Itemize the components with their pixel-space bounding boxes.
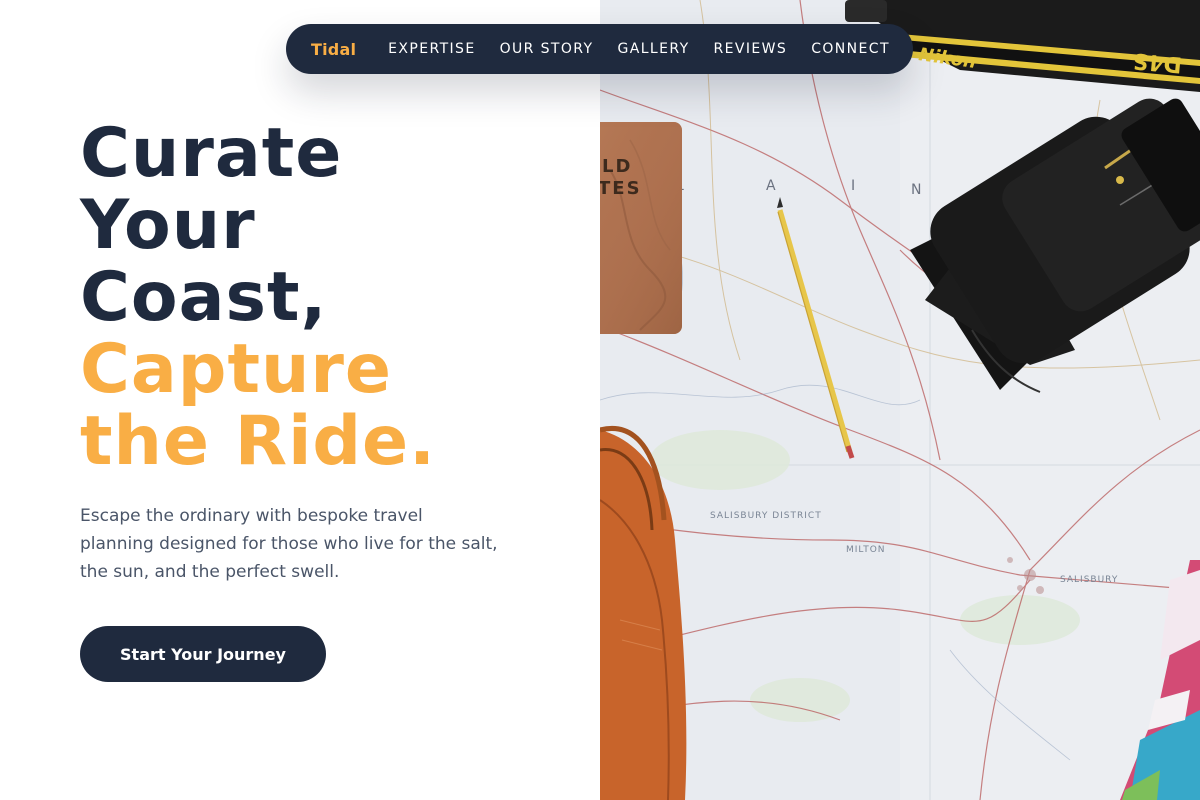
map-letter: A xyxy=(766,178,778,194)
headline-line: Coast, xyxy=(80,258,328,337)
notebook-title: LD xyxy=(602,156,632,177)
start-journey-button[interactable]: Start Your Journey xyxy=(80,626,326,682)
nav-menu: EXPERTISE OUR STORY GALLERY REVIEWS CONN… xyxy=(388,41,914,57)
headline-line: Curate xyxy=(80,114,343,193)
headline-line: Your xyxy=(80,186,256,265)
headline-accent-line: Capture xyxy=(80,330,393,409)
top-navbar: Tidal EXPERTISE OUR STORY GALLERY REVIEW… xyxy=(286,24,913,74)
map-label: SALISBURY xyxy=(1060,575,1118,585)
nav-link-connect[interactable]: CONNECT xyxy=(811,41,890,57)
notebook: LD TES xyxy=(600,122,682,334)
hero-image: SALISBURY DISTRICT SALISBURY MILTON L A … xyxy=(600,0,1200,800)
notebook-title: TES xyxy=(600,178,642,199)
hero-headline: Curate Your Coast, Capture the Ride. xyxy=(80,118,436,478)
map-label: MILTON xyxy=(846,545,886,555)
map-label: SALISBURY DISTRICT xyxy=(710,511,822,521)
map-letter: N xyxy=(911,182,923,198)
strap-model-text: D4S xyxy=(1132,47,1183,76)
nav-link-expertise[interactable]: EXPERTISE xyxy=(388,41,475,57)
brand-logo[interactable]: Tidal xyxy=(311,40,356,59)
hero-subtitle: Escape the ordinary with bespoke travel … xyxy=(80,506,498,582)
nav-link-reviews[interactable]: REVIEWS xyxy=(714,41,788,57)
nav-link-our-story[interactable]: OUR STORY xyxy=(500,41,594,57)
map-photo-illustration: SALISBURY DISTRICT SALISBURY MILTON L A … xyxy=(600,0,1200,800)
nav-link-gallery[interactable]: GALLERY xyxy=(617,41,689,57)
map-letter: I xyxy=(851,178,857,194)
headline-accent-line: the Ride. xyxy=(80,402,437,481)
hero-left-panel: Curate Your Coast, Capture the Ride. Esc… xyxy=(0,0,600,800)
